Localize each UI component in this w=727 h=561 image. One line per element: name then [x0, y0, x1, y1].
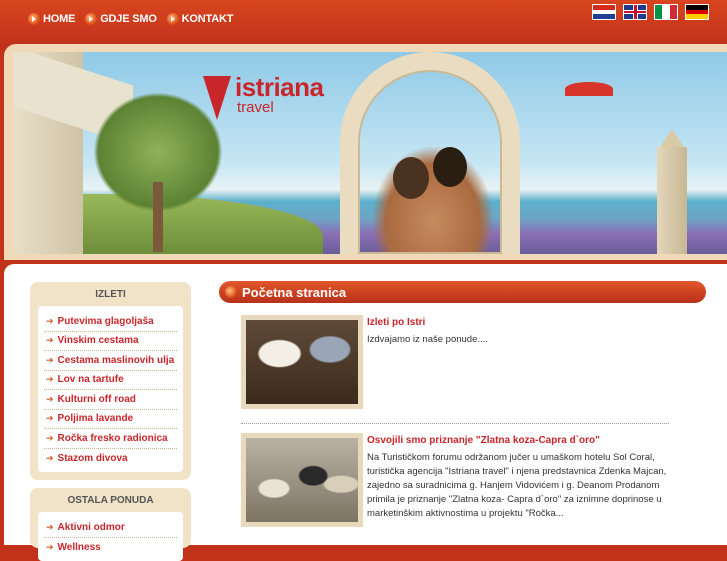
sidebar-item-label: Vinskim cestama [57, 335, 139, 347]
arrow-right-icon: ➔ [46, 432, 54, 443]
article-item: Izleti po Istri Izdvajamo iz naše ponude… [241, 315, 671, 409]
nav-label: HOME [43, 13, 76, 25]
main-nav: HOME GDJE SMO KONTAKT [28, 13, 243, 25]
article-thumbnail[interactable] [241, 433, 363, 527]
sidebar-item-wellness[interactable]: ➔ Wellness [44, 538, 177, 558]
nav-label: KONTAKT [181, 13, 234, 25]
arrow-right-icon: ➔ [46, 521, 54, 532]
sidebar-item-label: Lov na tartufe [57, 374, 124, 386]
stone-arch-illustration [340, 52, 520, 254]
sidebar-item-lov-na-tartufe[interactable]: ➔ Lov na tartufe [44, 371, 177, 390]
sidebar-item-putevima-glagoljasa[interactable]: ➔ Putevima glagoljaša [44, 312, 177, 332]
sidebar-item-label: Ročka fresko radionica [57, 432, 168, 444]
language-flags [592, 4, 709, 20]
arrow-bullet-icon [85, 13, 98, 25]
istriana-logo[interactable]: istriana travel [203, 72, 324, 120]
sidebar-item-label: Kulturni off road [57, 393, 136, 405]
bullet-icon [225, 286, 237, 298]
article-photo [246, 320, 358, 404]
paraglider-illustration [565, 82, 613, 96]
uk-flag-icon[interactable] [623, 4, 647, 20]
arrow-right-icon: ➔ [46, 335, 54, 346]
arrow-right-icon: ➔ [46, 541, 54, 552]
germany-flag-icon[interactable] [685, 4, 709, 20]
arrow-right-icon: ➔ [46, 354, 54, 365]
sidebar-item-label: Putevima glagoljaša [57, 315, 154, 327]
arrow-right-icon: ➔ [46, 393, 54, 404]
sidebar-item-label: Poljima lavande [57, 413, 134, 425]
article-text: Izdvajamo iz naše ponude.... [367, 334, 488, 345]
article-photo [246, 438, 358, 522]
sidebar-item-label: Cestama maslinovih ulja [57, 354, 175, 366]
nav-kontakt[interactable]: KONTAKT [166, 13, 234, 25]
sidebar-title: OSTALA PONUDA [67, 495, 154, 506]
logo-sub: travel [237, 99, 274, 116]
arrow-bullet-icon [166, 13, 179, 25]
sidebar-izleti: IZLETI ➔ Putevima glagoljaša ➔ Vinskim c… [30, 282, 191, 480]
sidebar-item-aktivni-odmor[interactable]: ➔ Aktivni odmor [44, 518, 177, 538]
arrow-right-icon: ➔ [46, 374, 54, 385]
arrow-right-icon: ➔ [46, 413, 54, 424]
section-title-bar: Početna stranica [219, 281, 706, 303]
sidebar-item-label: Stazom divova [57, 452, 128, 464]
arrow-bullet-icon [28, 13, 40, 25]
italy-flag-icon[interactable] [654, 4, 678, 20]
croatia-flag-icon[interactable] [592, 4, 616, 20]
sidebar-item-rocka-fresko-radionica[interactable]: ➔ Ročka fresko radionica [44, 429, 177, 449]
sidebar-title: IZLETI [95, 289, 126, 300]
arrow-right-icon: ➔ [46, 452, 54, 463]
sidebar-ostala-ponuda: OSTALA PONUDA ➔ Aktivni odmor ➔ Wellness [30, 488, 191, 561]
article-text: Na Turističkom forumu održanom jučer u u… [367, 452, 667, 519]
article-item: Osvojili smo priznanje "Zlatna koza-Capr… [241, 433, 671, 527]
article-title[interactable]: Izleti po Istri [367, 317, 671, 328]
sidebar-item-vinskim-cestama[interactable]: ➔ Vinskim cestama [44, 332, 177, 351]
sidebar-item-cestama-maslinovih-ulja[interactable]: ➔ Cestama maslinovih ulja [44, 351, 177, 371]
nav-home[interactable]: HOME [28, 13, 75, 25]
sidebar-item-label: Wellness [57, 541, 101, 553]
page-title: Početna stranica [242, 284, 347, 300]
article-title[interactable]: Osvojili smo priznanje "Zlatna koza-Capr… [367, 435, 671, 446]
sidebar-item-kulturni-off-road[interactable]: ➔ Kulturni off road [44, 390, 177, 410]
sidebar-item-poljima-lavande[interactable]: ➔ Poljima lavande [44, 410, 177, 429]
nav-gdje-smo[interactable]: GDJE SMO [85, 13, 157, 25]
article-thumbnail[interactable] [241, 315, 363, 409]
bell-tower-illustration [657, 129, 687, 254]
divider [241, 423, 669, 424]
sidebar-item-label: Aktivni odmor [57, 521, 125, 533]
nav-label: GDJE SMO [100, 13, 157, 25]
top-bar: HOME GDJE SMO KONTAKT [0, 0, 727, 44]
header-banner: istriana travel [13, 52, 727, 254]
logo-triangle-icon [203, 76, 231, 120]
arrow-right-icon: ➔ [46, 315, 54, 326]
sidebar-item-stazom-divova[interactable]: ➔ Stazom divova [44, 449, 177, 469]
